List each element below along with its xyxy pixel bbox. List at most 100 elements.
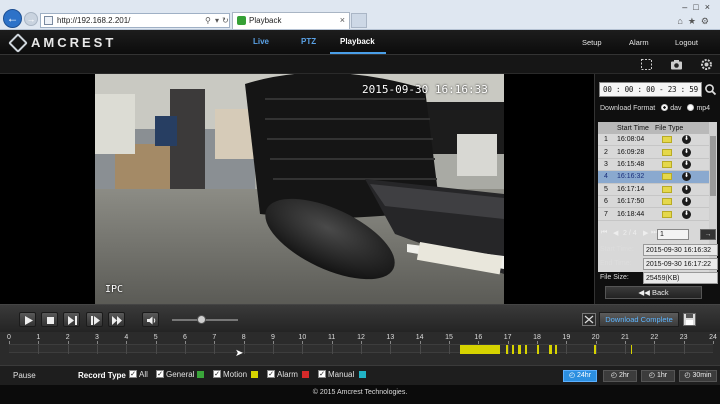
video-frame[interactable]: 2015-09-30 16:16:33 IPC — [95, 74, 504, 304]
first-page-icon[interactable]: ⏮ — [601, 229, 607, 237]
volume-slider-knob[interactable] — [197, 315, 207, 324]
pager: ⏮ ◀ 2 / 4 ▶ ⏭ 1 → — [599, 229, 717, 241]
motion-recording-segment[interactable] — [555, 345, 557, 354]
volume-button[interactable] — [142, 312, 159, 327]
track-gridline — [273, 345, 274, 354]
radio-mp4[interactable] — [687, 104, 695, 111]
download-icon[interactable]: ⬇ — [682, 197, 691, 207]
play-button[interactable] — [19, 312, 36, 327]
track-gridline — [566, 345, 568, 354]
record-type-bar: Pause Record Type ✓ All ✓ General ✓ Moti… — [0, 365, 720, 385]
track-gridline — [155, 345, 157, 354]
save-disk-icon[interactable] — [683, 313, 696, 326]
zoom-24hr-button[interactable]: ◴ 24hr — [563, 370, 597, 382]
search-icon[interactable] — [704, 83, 717, 96]
address-bar[interactable]: http://192.168.2.201/ ⚲ ▾ ↻ — [40, 13, 230, 28]
zoom-1hr-button[interactable]: ◴ 1hr — [641, 370, 675, 382]
tab-ptz[interactable]: PTZ — [301, 37, 316, 46]
motion-recording-segment[interactable] — [537, 345, 539, 354]
download-icon[interactable]: ⬇ — [682, 209, 691, 219]
track-gridline — [185, 345, 186, 354]
back-button[interactable]: ◀◀ Back — [605, 286, 702, 299]
file-row[interactable]: 6 16:17:50 ⬇ — [598, 196, 709, 209]
motion-recording-segment[interactable] — [549, 345, 552, 354]
camera-icon[interactable] — [670, 58, 683, 71]
file-row-time: 16:18:44 — [617, 210, 645, 218]
start-time-header: Start Time — [617, 124, 649, 132]
go-page-icon[interactable]: → — [700, 229, 716, 240]
tab-playback[interactable]: Playback — [340, 37, 375, 46]
timeline[interactable]: 0 1 2 3 4 5 6 7 8 9 10 11 12 13 14 15 16 17 18 19 20 21 22 23 24… — [0, 332, 720, 365]
back-arrow-icon: ◀◀ — [638, 288, 650, 297]
motion-recording-segment[interactable] — [631, 345, 632, 354]
track-gridline — [625, 345, 626, 354]
setup-link[interactable]: Setup — [582, 38, 602, 47]
stop-button[interactable] — [41, 312, 58, 327]
file-row[interactable]: 1 16:08:04 ⬇ — [598, 134, 709, 147]
file-row[interactable]: 7 16:18:44 ⬇ — [598, 208, 709, 221]
timeline-hour-label: 15 — [445, 334, 453, 341]
prev-page-icon[interactable]: ◀ — [613, 229, 618, 237]
download-icon[interactable]: ⬇ — [682, 172, 691, 182]
zoom-2hr-button[interactable]: ◴ 2hr — [603, 370, 637, 382]
logo-text: AMCREST — [31, 35, 117, 50]
motion-recording-segment[interactable] — [594, 345, 596, 354]
tab-close-icon[interactable]: × — [340, 15, 345, 25]
timeline-hour-label: 10 — [298, 334, 307, 341]
checkbox-all[interactable]: ✓ — [129, 370, 137, 378]
timeline-track[interactable] — [9, 344, 713, 354]
forward-arrow-icon[interactable]: → — [24, 12, 38, 26]
step-forward-button[interactable] — [63, 312, 80, 327]
track-gridline — [243, 345, 245, 354]
time-range-input[interactable]: 00 : 00 : 00 - 23 : 59 : 59 — [599, 82, 702, 107]
file-size-label: File Size: — [600, 274, 629, 281]
file-row[interactable]: 3 16:15:48 ⬇ — [598, 159, 709, 172]
file-row[interactable]: 2 16:09:28 ⬇ — [598, 146, 709, 159]
tab-live[interactable]: Live — [253, 37, 269, 46]
slow-play-button[interactable] — [86, 312, 103, 327]
play-icon — [25, 316, 33, 325]
checkbox-general[interactable]: ✓ — [156, 370, 164, 378]
motion-recording-segment[interactable] — [512, 345, 514, 354]
motion-recording-segment[interactable] — [525, 345, 527, 354]
page-input[interactable]: 1 — [657, 229, 689, 240]
dropdown-icon[interactable]: ▾ — [215, 14, 219, 27]
refresh-icon[interactable]: ↻ — [222, 14, 229, 27]
checkbox-manual[interactable]: ✓ — [318, 370, 326, 378]
checkbox-motion[interactable]: ✓ — [213, 370, 221, 378]
zoom-30min-button[interactable]: ◴ 30min — [679, 370, 717, 382]
file-row-selected[interactable]: 4 16:16:32 ⬇ — [598, 171, 709, 184]
stop-icon — [47, 317, 54, 324]
checkbox-all-label: All — [139, 370, 148, 379]
scrollbar-thumb[interactable] — [710, 136, 716, 196]
next-page-icon[interactable]: ▶ — [643, 229, 648, 237]
motion-recording-segment[interactable] — [518, 345, 521, 354]
settings-gear-icon[interactable] — [700, 58, 713, 71]
alarm-link[interactable]: Alarm — [629, 38, 649, 47]
download-icon[interactable]: ⬇ — [682, 159, 691, 169]
checkbox-alarm[interactable]: ✓ — [267, 370, 275, 378]
slow-play-icon — [91, 316, 100, 325]
browser-tools-icon[interactable]: ⌂★⚙ — [677, 16, 714, 27]
radio-dav[interactable] — [661, 104, 669, 111]
file-row[interactable]: 5 16:17:14 ⬇ — [598, 184, 709, 196]
back-arrow-icon[interactable]: ← — [3, 9, 22, 28]
end-time-info: End Time: 2015-09-30 16:17:22 — [600, 258, 718, 270]
clip-scissors-icon[interactable] — [582, 313, 596, 326]
download-icon[interactable]: ⬇ — [682, 135, 691, 145]
timeline-hour-label: 11 — [328, 334, 336, 341]
logout-link[interactable]: Logout — [675, 38, 698, 47]
fast-play-button[interactable] — [108, 312, 125, 327]
motion-recording-segment[interactable] — [506, 345, 508, 354]
download-complete-button[interactable]: Download Complete — [599, 312, 679, 327]
window-controls-icon[interactable]: –□× — [682, 2, 716, 12]
timeline-hour-label: 23 — [679, 334, 688, 341]
new-tab-button[interactable] — [351, 13, 367, 28]
browser-tab-playback[interactable]: Playback × — [232, 12, 350, 29]
motion-recording-segment[interactable] — [460, 345, 500, 354]
fullscreen-icon[interactable] — [640, 58, 653, 71]
video-timestamp: 2015-09-30 16:16:33 — [362, 83, 488, 96]
search-icon[interactable]: ⚲ — [205, 14, 211, 27]
download-icon[interactable]: ⬇ — [682, 184, 691, 194]
download-icon[interactable]: ⬇ — [682, 147, 691, 157]
